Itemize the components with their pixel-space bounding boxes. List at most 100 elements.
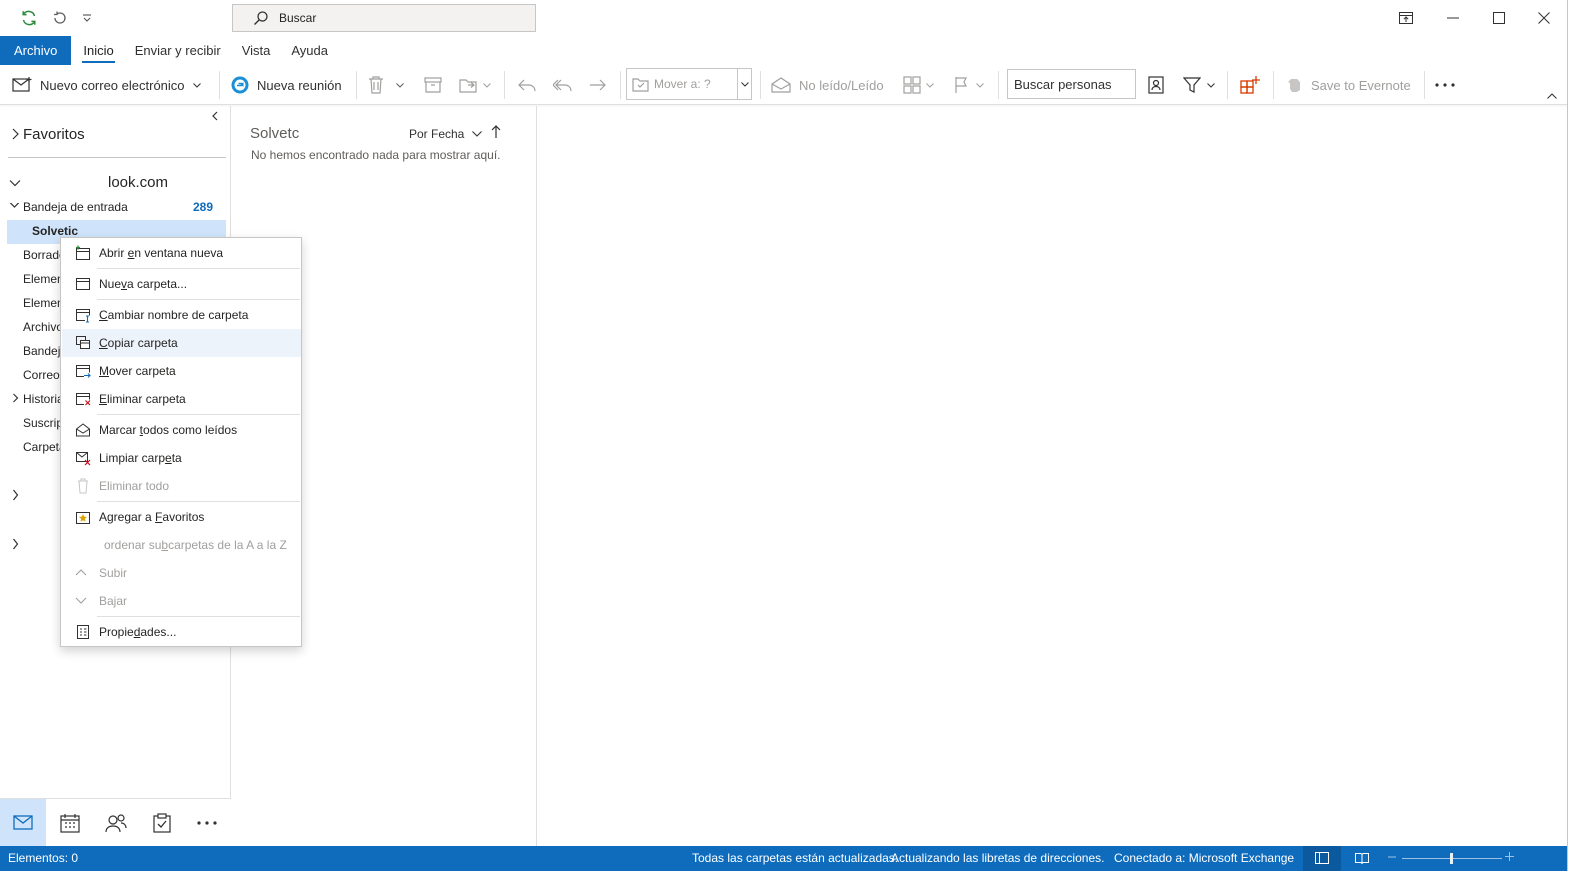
sort-direction-icon[interactable] (491, 125, 501, 139)
folder-elementos-2[interactable]: Elemen (23, 296, 64, 310)
reply-icon (517, 77, 537, 93)
minimize-icon[interactable] (1441, 8, 1465, 28)
sort-by-dropdown[interactable]: Por Fecha (409, 127, 483, 141)
tab-inicio[interactable]: Inicio (74, 36, 122, 65)
nav-more-button[interactable] (184, 799, 230, 847)
account-header[interactable]: look.com (108, 174, 168, 191)
menu-new-folder[interactable]: Nueva carpeta... (62, 270, 301, 298)
folder-archivo[interactable]: Archivo (23, 320, 63, 334)
close-icon[interactable] (1532, 8, 1556, 28)
chevron-down-icon[interactable] (483, 82, 491, 88)
chevron-down-icon[interactable] (9, 179, 21, 187)
menu-sort-subfolders[interactable]: ordenar subcarpetas de la A a la Z (62, 531, 301, 559)
new-email-button[interactable]: Nuevo correo electrónico (12, 65, 201, 105)
filter-email-button[interactable] (1183, 65, 1215, 105)
folder-suscripciones[interactable]: Suscrip (23, 416, 63, 430)
tab-ayuda[interactable]: Ayuda (282, 36, 337, 65)
reply-button[interactable] (517, 65, 537, 105)
open-new-window-icon (75, 245, 91, 261)
menu-copy-folder[interactable]: Copiar carpeta (62, 329, 301, 357)
address-book-button[interactable] (1148, 65, 1164, 105)
chevron-down-icon[interactable] (926, 82, 934, 88)
zoom-slider-thumb[interactable] (1450, 853, 1453, 864)
more-icon (197, 821, 217, 825)
chevron-down-icon[interactable] (9, 203, 21, 211)
menu-properties[interactable]: Propiedades... (62, 618, 301, 646)
save-to-evernote-button[interactable]: Save to Evernote (1287, 65, 1411, 105)
forward-button[interactable] (588, 65, 608, 105)
chevron-down-icon[interactable] (976, 82, 984, 88)
chevron-right-icon[interactable] (11, 128, 19, 140)
folder-elementos-1[interactable]: Elemen (23, 272, 64, 286)
delete-button[interactable] (368, 65, 404, 105)
properties-icon (75, 624, 91, 640)
folder-inbox[interactable]: Bandeja de entrada (23, 200, 128, 214)
search-people-input[interactable]: Buscar personas (1007, 69, 1136, 99)
menu-open-new-window[interactable]: Abrir en ventana nueva (62, 239, 301, 267)
categorize-button[interactable] (903, 65, 934, 105)
menu-add-to-favorites[interactable]: Agregar a Favoritos (62, 503, 301, 531)
tab-vista[interactable]: Vista (233, 36, 280, 65)
collapse-ribbon-icon[interactable] (1547, 93, 1557, 99)
nav-tasks-button[interactable] (138, 799, 184, 847)
get-addins-button[interactable] (1240, 65, 1260, 105)
search-icon (253, 10, 269, 26)
menu-clean-up-folder[interactable]: Limpiar carpeta (62, 444, 301, 472)
sync-icon[interactable] (18, 8, 40, 28)
menu-move-down[interactable]: Bajar (62, 587, 301, 615)
menu-rename-folder[interactable]: Cambiar nombre de carpeta (62, 301, 301, 329)
reply-all-button[interactable] (553, 65, 573, 105)
tab-enviar-y-recibir[interactable]: Enviar y recibir (126, 36, 230, 65)
move-to-icon (632, 76, 650, 92)
collapse-folder-pane-icon[interactable] (211, 111, 219, 121)
tasks-icon (153, 813, 171, 833)
folder-bandeja[interactable]: Bandej (23, 344, 60, 358)
new-meeting-button[interactable]: Nueva reunión (231, 65, 342, 105)
menu-delete-all[interactable]: Eliminar todo (62, 472, 301, 500)
add-favorite-icon (75, 509, 91, 525)
nav-people-button[interactable] (92, 799, 138, 847)
folder-correo[interactable]: Correo (23, 368, 60, 382)
menu-label: Marcar todos como leídos (99, 423, 238, 437)
archive-button[interactable] (424, 65, 442, 105)
menu-label: Mover carpeta (99, 364, 176, 378)
reading-view-icon[interactable] (1355, 852, 1369, 864)
move-button[interactable] (459, 65, 491, 105)
zoom-out-icon[interactable] (1388, 851, 1396, 863)
ribbon-display-options-icon[interactable] (1395, 8, 1417, 28)
chevron-right-icon[interactable] (12, 489, 19, 501)
folder-historial[interactable]: Historia (23, 392, 64, 406)
unread-read-button[interactable]: No leído/Leído (771, 65, 884, 105)
menu-mark-all-read[interactable]: Marcar todos como leídos (62, 416, 301, 444)
nav-calendar-button[interactable] (46, 799, 92, 847)
chevron-down-icon[interactable] (192, 82, 201, 88)
chevron-down-icon[interactable] (1207, 82, 1215, 88)
favorites-header[interactable]: Favoritos (23, 126, 85, 143)
menu-move-up[interactable]: Subir (62, 559, 301, 587)
menu-delete-folder[interactable]: Eliminar carpeta (62, 385, 301, 413)
menu-label: Limpiar carpeta (99, 451, 182, 465)
more-commands-icon[interactable] (1435, 65, 1455, 105)
copy-folder-icon (75, 335, 91, 351)
normal-view-button[interactable] (1303, 846, 1341, 871)
move-to-dropdown[interactable]: Mover a: ? (626, 68, 752, 100)
tab-archivo[interactable]: Archivo (0, 36, 72, 65)
people-icon (105, 813, 127, 833)
customize-quick-access-icon[interactable] (80, 8, 94, 28)
search-input[interactable]: Buscar (232, 4, 536, 32)
chevron-right-icon[interactable] (12, 538, 19, 550)
ribbon-divider (1273, 71, 1274, 99)
chevron-right-icon[interactable] (12, 393, 19, 403)
message-list-folder-title: Solvetc (250, 125, 300, 142)
chevron-down-icon[interactable] (396, 82, 404, 88)
undo-icon[interactable] (49, 8, 69, 28)
nav-mail-button[interactable] (0, 799, 46, 847)
ribbon-toolbar: Nuevo correo electrónico Nueva reunión M… (0, 65, 1567, 105)
chevron-down-icon[interactable] (741, 82, 749, 87)
folder-solvetic[interactable]: Solvetic (32, 224, 78, 238)
follow-up-button[interactable] (954, 65, 984, 105)
maximize-icon[interactable] (1487, 8, 1511, 28)
chevron-up-icon (75, 568, 91, 584)
zoom-in-icon[interactable] (1505, 852, 1514, 861)
menu-move-folder[interactable]: Mover carpeta (62, 357, 301, 385)
